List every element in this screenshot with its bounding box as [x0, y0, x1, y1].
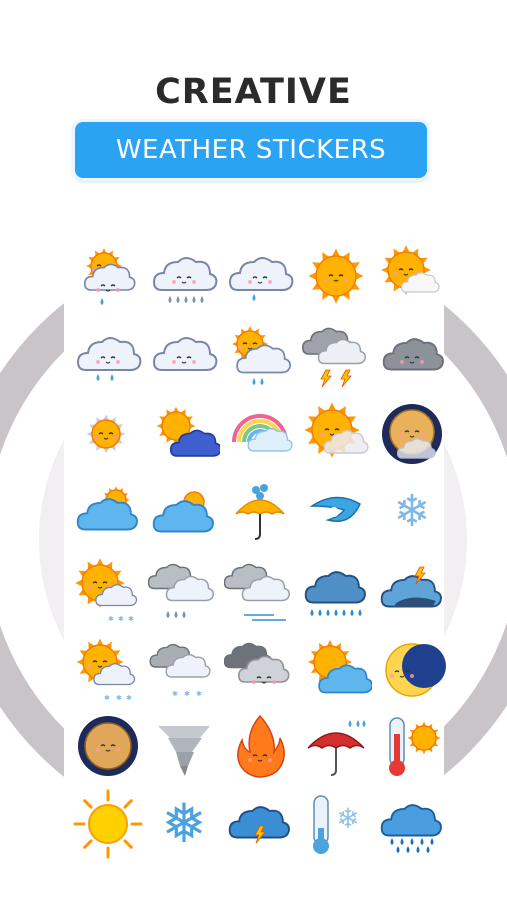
- svg-text:❅: ❅: [161, 792, 206, 855]
- sun-cloud-rain-icon: [224, 320, 296, 392]
- full-moon-icon: [72, 710, 144, 782]
- blue-cloud-lightning-icon: [376, 555, 448, 627]
- cyclone-icon: [300, 476, 372, 548]
- grey-cloud-wind-icon: [224, 555, 296, 627]
- storm-cloud-icon: [300, 320, 372, 392]
- bright-sun-icon: [72, 788, 144, 860]
- grey-clouds-icon: [224, 634, 296, 706]
- umbrella-hail-icon: [224, 476, 296, 548]
- svg-text:❄: ❄: [336, 802, 359, 835]
- red-umbrella-rain-icon: [300, 710, 372, 782]
- dark-cloud-icon: [376, 320, 448, 392]
- cloud-icon: [148, 320, 220, 392]
- sun-blue-cloud-2-icon: [300, 634, 372, 706]
- ice-snowflake-icon: ❅: [148, 788, 220, 860]
- svg-text:❄: ❄: [394, 486, 431, 537]
- cloud-thunder-icon: [224, 788, 296, 860]
- sun-icon: [300, 240, 372, 312]
- cloud-drop-icon: [224, 240, 296, 312]
- snowflake-icon: ❄: [376, 476, 448, 548]
- svg-text:✱: ✱: [184, 690, 190, 698]
- svg-text:✱: ✱: [116, 694, 122, 702]
- moon-night-icon: [376, 398, 448, 470]
- fire-icon: [224, 710, 296, 782]
- grey-cloud-snow-icon: ✱ ✱ ✱: [148, 634, 220, 706]
- svg-text:✱: ✱: [108, 615, 114, 623]
- svg-text:✱: ✱: [118, 615, 124, 623]
- rainbow-cloud-icon: [224, 398, 296, 470]
- sun-blue-cloud-icon: [148, 398, 220, 470]
- cloud-drizzle-icon: [148, 240, 220, 312]
- blue-cloud-icon: [148, 476, 220, 548]
- svg-text:✱: ✱: [128, 615, 134, 623]
- sun-cloud-hail-icon: ✱ ✱ ✱: [72, 634, 144, 706]
- blue-cloud-rain-icon: [300, 555, 372, 627]
- grey-cloud-rain-icon: [148, 555, 220, 627]
- thermometer-cold-icon: ❄: [300, 788, 372, 860]
- svg-text:✱: ✱: [196, 690, 202, 698]
- cloud-rain-icon: [72, 320, 144, 392]
- sun-outline-icon: [72, 398, 144, 470]
- subtitle-banner: WEATHER STICKERS: [75, 122, 427, 178]
- svg-text:✱: ✱: [126, 694, 132, 702]
- sun-cloud-snow-icon: ✱ ✱ ✱: [72, 555, 144, 627]
- sun-cloud-icon: [376, 240, 448, 312]
- cloud-heavy-rain-icon: [376, 788, 448, 860]
- crescent-moon-icon: [376, 634, 448, 706]
- thermometer-hot-icon: [376, 710, 448, 782]
- header: CREATIVE: [0, 70, 507, 114]
- svg-text:✱: ✱: [104, 694, 110, 702]
- svg-text:✱: ✱: [172, 690, 178, 698]
- sun-fog-icon: [300, 398, 372, 470]
- page-title: CREATIVE: [155, 72, 352, 112]
- blue-cloud-sun-icon: [72, 476, 144, 548]
- sun-cloud-drop-icon: [72, 240, 144, 312]
- tornado-icon: [148, 710, 220, 782]
